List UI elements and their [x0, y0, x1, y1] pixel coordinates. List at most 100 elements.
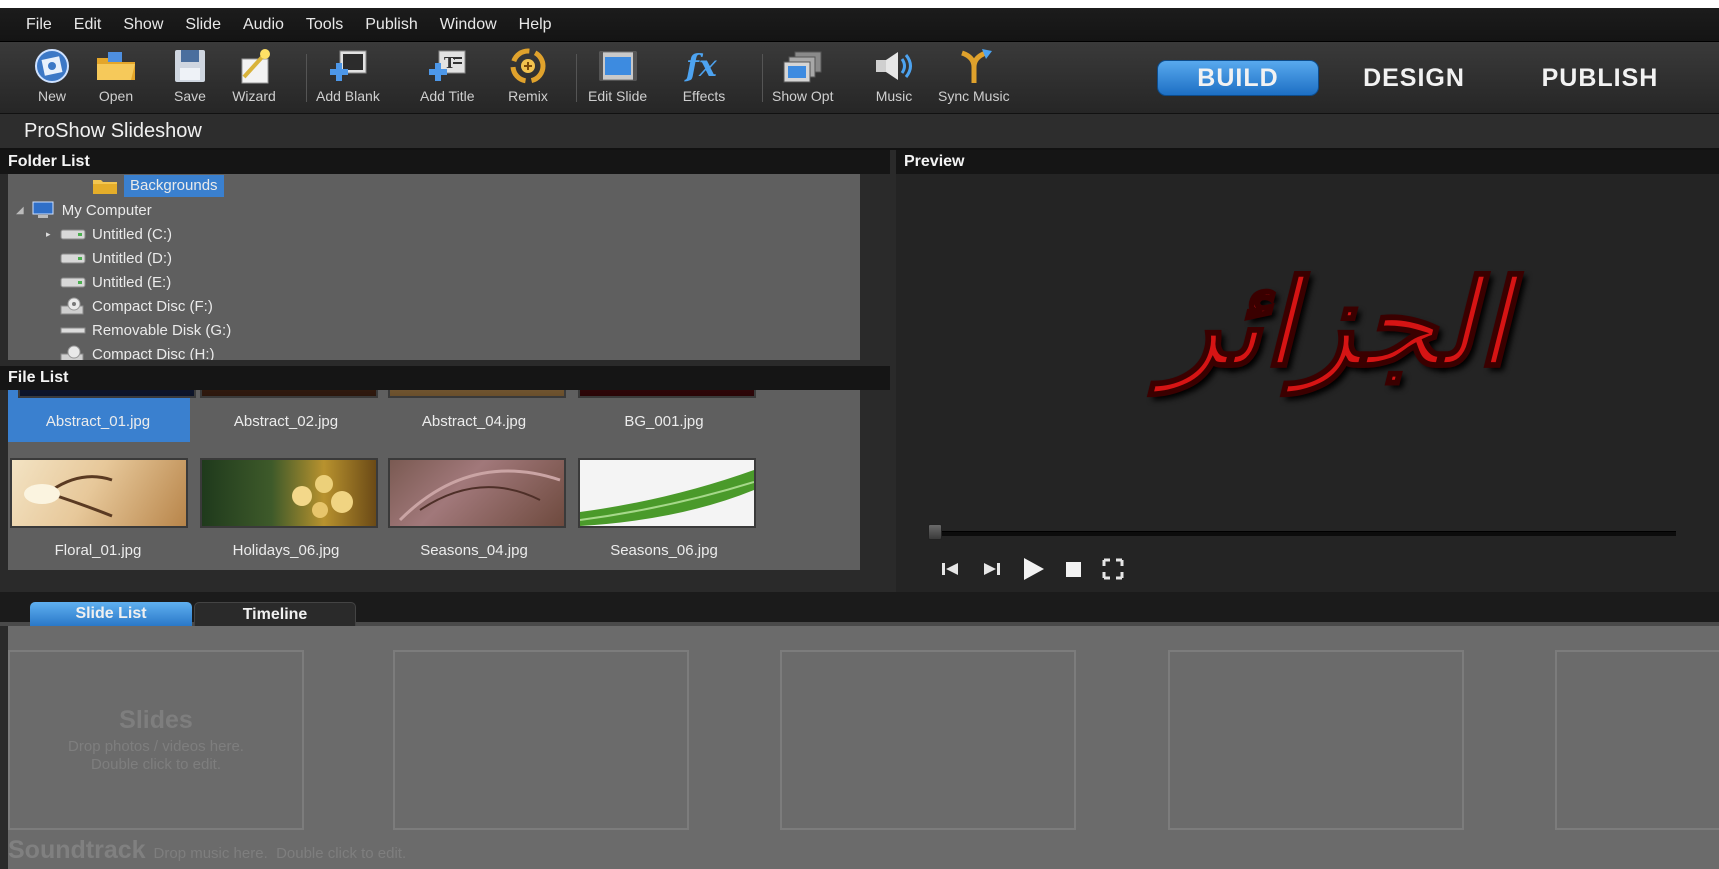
menu-publish[interactable]: Publish	[365, 16, 417, 34]
file-list-header: File List	[0, 366, 890, 390]
toolbar-separator	[576, 54, 577, 102]
removable-disk-icon	[60, 327, 86, 334]
skip-forward-icon[interactable]	[980, 560, 1002, 578]
menu-edit[interactable]: Edit	[74, 16, 102, 34]
drive-icon	[60, 253, 86, 264]
show-title-bar: ProShow Slideshow	[0, 114, 1719, 150]
file-item-seasons-04[interactable]: Seasons_04.jpg	[384, 542, 564, 559]
new-button[interactable]: New	[30, 46, 74, 110]
menu-show[interactable]: Show	[123, 16, 163, 34]
tab-slide-list[interactable]: Slide List	[30, 602, 192, 626]
folder-item-drive-e[interactable]: Untitled (E:)	[60, 270, 171, 294]
folder-item-compact-disc-h[interactable]: Compact Disc (H:)	[60, 342, 215, 360]
folder-icon	[93, 180, 117, 194]
folder-item-backgrounds[interactable]: Backgrounds	[92, 174, 224, 198]
folder-item-removable-g[interactable]: Removable Disk (G:)	[60, 318, 231, 342]
folder-item-label: Untitled (E:)	[92, 273, 172, 291]
folder-item-compact-disc-f[interactable]: Compact Disc (F:)	[60, 294, 213, 318]
file-item-seasons-06[interactable]: Seasons_06.jpg	[574, 542, 754, 559]
show-options-icon	[781, 46, 825, 86]
folder-item-drive-c[interactable]: ▸ Untitled (C:)	[46, 222, 172, 246]
open-folder-icon	[94, 46, 138, 86]
menu-tools[interactable]: Tools	[306, 16, 343, 34]
effects-fx-icon: fx	[682, 46, 726, 86]
file-thumbnail[interactable]	[578, 458, 756, 528]
toolbar-separator	[762, 54, 763, 102]
file-thumbnail[interactable]	[18, 390, 196, 398]
file-thumbnail[interactable]	[388, 458, 566, 528]
soundtrack-title: Soundtrack	[8, 836, 146, 864]
wizard-button[interactable]: Wizard	[232, 46, 276, 110]
slide-list-area[interactable]: Slides Drop photos / videos here. Double…	[8, 626, 1719, 869]
tab-build[interactable]: BUILD	[1157, 60, 1319, 96]
skip-back-icon[interactable]	[940, 560, 962, 578]
file-item-abstract-04[interactable]: Abstract_04.jpg	[384, 413, 564, 430]
slide-placeholder[interactable]	[780, 650, 1076, 830]
play-icon[interactable]	[1020, 556, 1046, 582]
file-thumbnail[interactable]	[388, 390, 566, 398]
file-thumbnail[interactable]	[578, 390, 756, 398]
remix-icon	[506, 46, 550, 86]
toolbar-separator	[306, 54, 307, 102]
menu-window[interactable]: Window	[440, 16, 497, 34]
soundtrack-hint: Drop music here. Double click to edit.	[153, 845, 407, 862]
file-item-abstract-01[interactable]: Abstract_01.jpg	[8, 413, 188, 430]
tab-timeline[interactable]: Timeline	[194, 602, 356, 626]
playback-controls	[940, 556, 1124, 582]
file-item-bg-001[interactable]: BG_001.jpg	[574, 413, 754, 430]
slide-placeholder[interactable]	[1555, 650, 1719, 830]
show-options-button[interactable]: Show Opt	[772, 46, 833, 110]
slide-placeholder[interactable]	[393, 650, 689, 830]
file-thumbnail[interactable]	[10, 458, 188, 528]
slides-title: Slides	[119, 706, 193, 734]
new-show-icon	[30, 46, 74, 86]
folder-item-my-computer[interactable]: ◢ My Computer	[16, 198, 152, 222]
tab-design[interactable]: DESIGN	[1338, 60, 1490, 96]
add-title-button[interactable]: T Add Title	[420, 46, 474, 110]
cd-drive-icon	[60, 297, 84, 315]
tab-publish[interactable]: PUBLISH	[1512, 60, 1688, 96]
menu-slide[interactable]: Slide	[185, 16, 221, 34]
open-button[interactable]: Open	[94, 46, 138, 110]
folder-item-label: Backgrounds	[124, 175, 224, 197]
stop-icon[interactable]	[1064, 559, 1084, 579]
save-button[interactable]: Save	[168, 46, 212, 110]
slides-hint: Double click to edit.	[90, 756, 222, 773]
add-blank-button[interactable]: Add Blank	[316, 46, 380, 110]
file-list: Abstract_01.jpg Abstract_02.jpg Abstract…	[8, 390, 860, 570]
sync-music-button[interactable]: Sync Music	[938, 46, 1010, 110]
folder-item-label: Removable Disk (G:)	[92, 321, 232, 339]
edit-slide-button[interactable]: Edit Slide	[588, 46, 647, 110]
file-item-floral-01[interactable]: Floral_01.jpg	[8, 542, 188, 559]
effects-button[interactable]: fx Effects	[682, 46, 726, 110]
file-item-abstract-02[interactable]: Abstract_02.jpg	[196, 413, 376, 430]
preview-progress-track[interactable]	[934, 531, 1676, 536]
show-title: ProShow Slideshow	[24, 119, 202, 142]
remix-button[interactable]: Remix	[506, 46, 550, 110]
file-thumbnail[interactable]	[200, 390, 378, 398]
folder-item-drive-d[interactable]: Untitled (D:)	[60, 246, 172, 270]
speaker-icon	[872, 46, 916, 86]
folder-list: Backgrounds ◢ My Computer ▸ Untitled (C:…	[8, 174, 860, 360]
music-button[interactable]: Music	[872, 46, 916, 110]
add-blank-slide-icon	[326, 46, 370, 86]
menu-audio[interactable]: Audio	[243, 16, 284, 34]
folder-item-label: Compact Disc (H:)	[92, 345, 215, 361]
computer-icon	[32, 201, 54, 218]
menu-file[interactable]: File	[26, 16, 52, 34]
expand-arrow-icon[interactable]: ▸	[46, 229, 54, 240]
folder-item-label: Untitled (C:)	[92, 225, 173, 243]
file-thumbnail[interactable]	[200, 458, 378, 528]
folder-item-label: Compact Disc (F:)	[92, 297, 213, 315]
preview-progress-handle[interactable]	[928, 524, 942, 540]
fullscreen-icon[interactable]	[1102, 558, 1124, 580]
folder-item-label: Untitled (D:)	[92, 249, 173, 267]
soundtrack-bar[interactable]: Soundtrack Drop music here. Double click…	[8, 836, 406, 866]
slide-drop-zone[interactable]: Slides Drop photos / videos here. Double…	[8, 650, 304, 830]
collapse-arrow-icon[interactable]: ◢	[16, 205, 24, 216]
menu-help[interactable]: Help	[519, 16, 552, 34]
preview-panel: الجزائر	[896, 174, 1719, 598]
preview-artwork: الجزائر	[1162, 254, 1511, 395]
slide-placeholder[interactable]	[1168, 650, 1464, 830]
file-item-holidays-06[interactable]: Holidays_06.jpg	[196, 542, 376, 559]
